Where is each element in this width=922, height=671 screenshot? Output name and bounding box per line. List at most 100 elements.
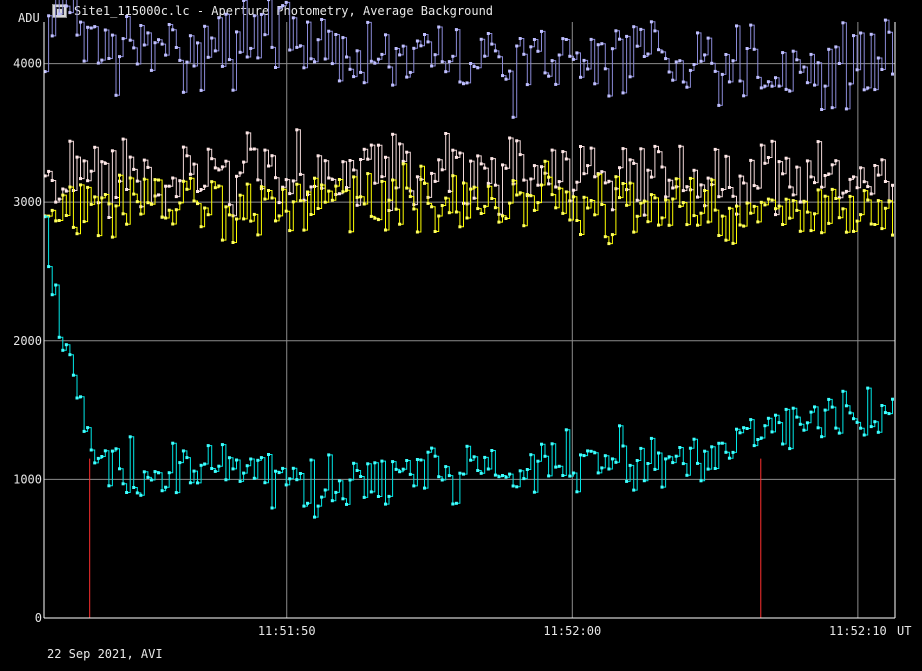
series-0-point: [135, 62, 139, 66]
series-2-point: [642, 199, 646, 203]
series-3-point: [543, 454, 547, 458]
series-3-point: [802, 428, 806, 432]
x-tick-label-0: 11:51:50: [258, 624, 316, 638]
series-3-point: [784, 407, 788, 411]
series-0-point: [795, 58, 799, 62]
series-1-point: [696, 195, 699, 199]
series-2-point: [873, 223, 877, 226]
series-1-point: [93, 145, 97, 149]
series-2-point: [100, 196, 104, 200]
series-2-point: [178, 201, 182, 205]
series-2-point: [688, 176, 692, 180]
series-1-point: [238, 171, 242, 175]
series-2-point: [242, 217, 246, 221]
series-1-point: [415, 175, 419, 179]
light-curve-plot[interactable]: 0 1000 2000 3000 4000 11:51:50 11:52:00 11:52:1…: [0, 0, 922, 671]
series-2-point: [437, 214, 441, 218]
series-3-point: [206, 444, 210, 448]
series-3-point: [717, 441, 721, 445]
series-0-point: [128, 38, 132, 42]
series-3-point: [79, 395, 82, 399]
series-1-point: [61, 187, 65, 191]
series-2-point: [664, 198, 668, 202]
series-1-point: [125, 188, 129, 191]
series-3-point: [454, 501, 458, 505]
series-1-point: [632, 161, 636, 165]
series-3-point: [770, 430, 774, 434]
series-0-point: [348, 67, 352, 71]
series-3-point: [419, 458, 423, 462]
series-3-point: [174, 491, 178, 495]
series-3-point: [366, 462, 370, 466]
series-1-point: [724, 154, 728, 158]
series-0-point: [270, 45, 274, 49]
series-0-point: [834, 45, 838, 49]
series-2-point: [419, 164, 423, 168]
series-0-point: [227, 58, 231, 62]
series-2-point: [774, 207, 777, 211]
series-2-point: [440, 204, 444, 207]
series-0-point: [430, 64, 434, 68]
series-3-point: [586, 449, 590, 453]
series-1-point: [57, 197, 61, 201]
series-1-point: [174, 195, 178, 199]
series-1-point: [685, 185, 689, 189]
series-1-point: [451, 148, 455, 152]
series-2-point: [469, 187, 473, 191]
series-3-point: [841, 389, 845, 393]
series-0-point: [224, 12, 228, 16]
series-2-point: [568, 218, 572, 222]
series-1-point: [380, 175, 384, 179]
series-1-point: [876, 173, 880, 177]
series-3-point: [855, 420, 859, 424]
series-0-point: [57, 12, 61, 16]
series-3-point: [862, 433, 866, 437]
series-1-point: [866, 185, 870, 189]
series-1-point: [504, 166, 508, 170]
series-3-point: [479, 471, 483, 475]
series-0-point: [118, 55, 121, 59]
series-3-point: [809, 410, 813, 414]
series-1-point: [267, 164, 270, 168]
series-1-point: [532, 164, 536, 168]
series-2-point: [635, 214, 639, 218]
series-0-point: [653, 29, 657, 33]
series-2-point: [706, 220, 710, 224]
series-2-point: [405, 186, 409, 190]
series-2-point: [213, 186, 217, 190]
series-2-point: [313, 176, 316, 180]
series-0-point: [412, 46, 416, 50]
series-3-point: [720, 441, 724, 445]
series-0-point: [174, 46, 178, 49]
series-0-point: [462, 82, 465, 86]
series-1-point: [490, 157, 494, 161]
series-3-point: [486, 467, 490, 471]
series-0-point: [82, 59, 86, 63]
series-3-point: [348, 478, 352, 482]
series-0-point: [848, 82, 852, 86]
series-3-point: [490, 449, 494, 452]
series-0-point: [628, 75, 632, 79]
series-3-point: [518, 469, 522, 473]
series-2-point: [327, 189, 331, 193]
series-0-point: [855, 68, 859, 72]
series-2-point: [50, 208, 54, 212]
series-0-point: [575, 51, 579, 55]
series-3-point: [316, 504, 320, 508]
series-3-point: [132, 486, 136, 489]
series-0-point: [295, 45, 299, 49]
series-0-point: [376, 57, 380, 61]
series-1-point: [628, 158, 632, 162]
series-2-point: [263, 197, 267, 201]
series-3-point: [281, 466, 285, 470]
x-tick-label-1: 11:52:00: [543, 624, 601, 638]
series-0-point: [493, 49, 497, 53]
series-0-point: [742, 94, 746, 98]
series-3-point: [359, 475, 363, 478]
series-0-point: [607, 94, 611, 98]
series-0-point: [880, 68, 884, 71]
series-3-point: [274, 469, 277, 473]
series-2-point: [699, 211, 703, 215]
series-1-point: [384, 155, 387, 159]
series-0-point: [632, 25, 636, 29]
